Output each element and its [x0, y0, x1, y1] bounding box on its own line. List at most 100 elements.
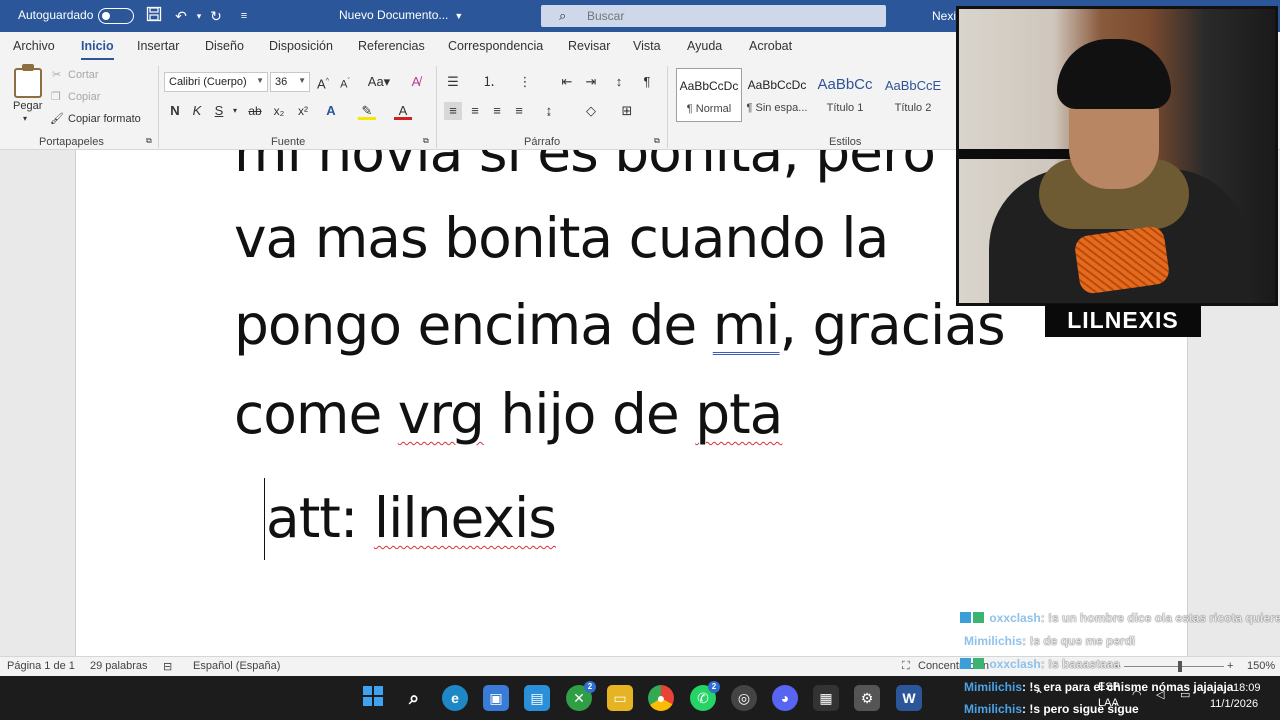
italic-icon[interactable]: K	[188, 102, 206, 120]
page-count[interactable]: Página 1 de 1	[7, 660, 75, 672]
tab-inicio[interactable]: Inicio	[81, 39, 114, 60]
user-name[interactable]: Nexi	[932, 9, 956, 23]
font-size-select[interactable]: 36 ▼	[270, 72, 310, 92]
tab-disposicion[interactable]: Disposición	[269, 39, 333, 53]
text-effects-icon[interactable]: A	[322, 102, 340, 120]
strikethrough-icon[interactable]: ab	[246, 102, 264, 120]
flagged-word[interactable]: vrg	[398, 382, 485, 446]
sort-icon[interactable]: ↕	[610, 73, 628, 91]
cut-button[interactable]: Cortar	[68, 69, 99, 81]
change-case-icon[interactable]: Aa▾	[366, 73, 392, 91]
subscript-icon[interactable]: x₂	[270, 102, 288, 120]
cut-icon: ✂	[52, 69, 62, 81]
document-title[interactable]: Nuevo Documento... ▼	[339, 8, 463, 22]
focus-icon[interactable]: ⛶	[902, 660, 910, 673]
flagged-word[interactable]: lilnexis	[374, 486, 557, 550]
increase-indent-icon[interactable]: ⇥	[582, 73, 600, 91]
tab-insertar[interactable]: Insertar	[137, 39, 179, 53]
chat-username: oxxclash	[989, 611, 1041, 625]
tab-revisar[interactable]: Revisar	[568, 39, 610, 53]
tab-acrobat[interactable]: Acrobat	[749, 39, 792, 53]
style-heading-1[interactable]: AaBbCc Título 1	[812, 68, 878, 122]
underline-dropdown-icon[interactable]: ▾	[226, 102, 244, 120]
paste-dropdown-icon[interactable]: ▾	[23, 114, 27, 123]
style-preview: AaBbCcDc	[679, 79, 739, 93]
shading-icon[interactable]: ◇	[582, 102, 600, 120]
copy-button[interactable]: Copiar	[68, 91, 100, 103]
obs-icon[interactable]: ◎	[731, 685, 757, 711]
tab-ayuda[interactable]: Ayuda	[687, 39, 722, 53]
clipboard-launcher-icon[interactable]: ⧉	[146, 136, 152, 146]
style-name: Título 1	[826, 102, 864, 114]
borders-icon[interactable]: ⊞	[618, 102, 636, 120]
edge-icon[interactable]: e	[442, 685, 468, 711]
notification-badge: 2	[584, 681, 596, 693]
word-icon[interactable]: W	[896, 685, 922, 711]
superscript-icon[interactable]: x²	[294, 102, 312, 120]
store-icon[interactable]: ▣	[483, 685, 509, 711]
justify-icon[interactable]: ≡	[510, 102, 528, 120]
tab-referencias[interactable]: Referencias	[358, 39, 425, 53]
line-spacing-icon[interactable]: ↨	[540, 102, 558, 120]
start-icon[interactable]	[360, 685, 386, 711]
clear-formatting-icon[interactable]: A̸	[407, 73, 425, 91]
bold-icon[interactable]: N	[166, 102, 184, 120]
font-family-select[interactable]: Calibri (Cuerpo) ▼	[164, 72, 268, 92]
search-icon: ⌕	[559, 8, 567, 23]
format-painter-button[interactable]: Copiar formato	[68, 113, 141, 125]
customize-quick-access-icon[interactable]: ≡	[234, 6, 254, 26]
chat-username: Mimilichis	[964, 634, 1023, 648]
flagged-word[interactable]: pta	[695, 382, 783, 446]
language-indicator[interactable]: Español (España)	[193, 660, 280, 672]
bullets-icon[interactable]: ☰	[444, 73, 462, 91]
save-icon[interactable]	[144, 6, 164, 26]
app-icon[interactable]: ▦	[813, 685, 839, 711]
document-line: va mas bonita cuando la	[234, 206, 889, 270]
search-icon[interactable]: ⌕	[401, 685, 427, 711]
search-input[interactable]	[587, 8, 867, 24]
settings-icon[interactable]: ⚙	[854, 685, 880, 711]
style-no-spacing[interactable]: AaBbCcDc ¶ Sin espa...	[744, 68, 810, 122]
redo-icon[interactable]: ↻	[206, 6, 226, 26]
font-color-icon[interactable]: A	[394, 102, 412, 120]
chat-text: : !s de que me perdi	[1022, 634, 1136, 648]
copy-icon: ❐	[51, 91, 61, 103]
tab-archivo[interactable]: Archivo	[13, 39, 55, 53]
xbox-icon[interactable]: ✕ 2	[566, 681, 596, 711]
chat-text: : !s era para el chisme nómas jajajaja	[1022, 680, 1234, 694]
numbering-icon[interactable]: ⒈	[480, 73, 498, 91]
divider	[436, 66, 437, 148]
undo-icon[interactable]: ↶	[171, 6, 191, 26]
tab-correspondencia[interactable]: Correspondencia	[448, 39, 543, 53]
discord-icon[interactable]: ◕	[772, 685, 798, 711]
flagged-word[interactable]: mi	[713, 293, 781, 357]
align-left-icon[interactable]: ≡	[444, 102, 462, 120]
style-normal[interactable]: AaBbCcDc ¶ Normal	[676, 68, 742, 122]
word-count[interactable]: 29 palabras	[90, 660, 148, 672]
font-launcher-icon[interactable]: ⧉	[423, 136, 429, 146]
multilevel-list-icon[interactable]: ⋮	[516, 73, 534, 91]
autosave-toggle[interactable]	[98, 8, 134, 24]
widget-app-icon[interactable]: ▤	[524, 685, 550, 711]
line-4-text: come vrg hijo de pta	[234, 382, 783, 446]
search-box[interactable]: ⌕	[541, 5, 886, 27]
tab-diseno[interactable]: Diseño	[205, 39, 244, 53]
chrome-icon[interactable]: ●	[648, 685, 674, 711]
screen: Autoguardado ↶ ▾ ↻ ≡ Nuevo Documento... ▼…	[0, 0, 1280, 720]
chat-text: : !s un hombre dice ola estas ricota qui…	[1040, 611, 1280, 625]
whatsapp-icon[interactable]: ✆ 2	[690, 681, 720, 711]
paragraph-launcher-icon[interactable]: ⧉	[654, 136, 660, 146]
show-marks-icon[interactable]: ¶	[638, 73, 656, 91]
align-center-icon[interactable]: ≡	[466, 102, 484, 120]
highlight-color-icon[interactable]: ✎	[358, 102, 376, 120]
proofing-icon[interactable]: ⊟	[163, 660, 172, 673]
align-right-icon[interactable]: ≡	[488, 102, 506, 120]
tab-vista[interactable]: Vista	[633, 39, 661, 53]
decrease-indent-icon[interactable]: ⇤	[558, 73, 576, 91]
shrink-font-icon[interactable]: Aˇ	[336, 73, 354, 91]
clipboard-icon[interactable]	[14, 64, 42, 98]
grow-font-icon[interactable]: A^	[314, 73, 332, 91]
style-heading-2[interactable]: AaBbCcE Título 2	[880, 68, 946, 122]
file-explorer-icon[interactable]: ▭	[607, 685, 633, 711]
paste-button[interactable]: Pegar	[13, 100, 42, 112]
